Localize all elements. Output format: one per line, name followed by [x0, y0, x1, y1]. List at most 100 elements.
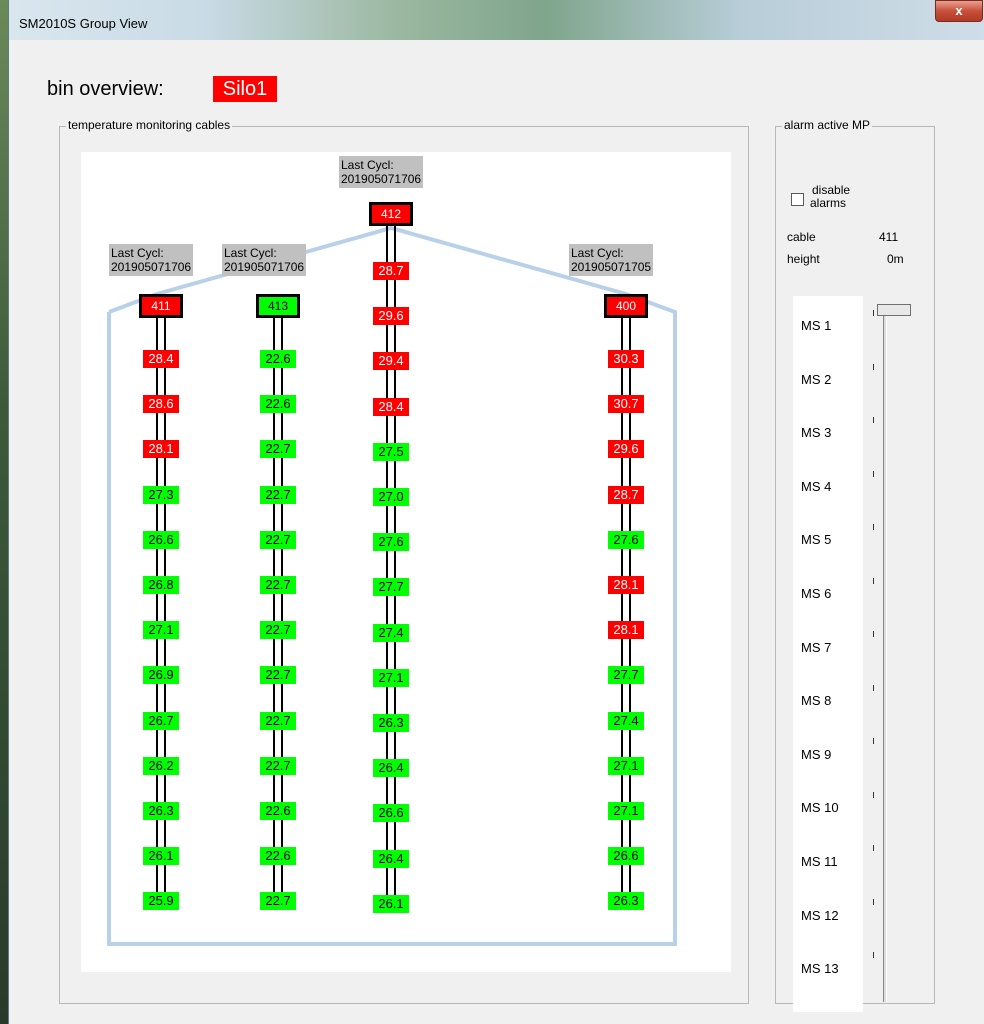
- title-bar[interactable]: SM2010S Group View x: [9, 0, 984, 40]
- sensor-reading[interactable]: 30.3: [608, 350, 644, 368]
- sensor-reading[interactable]: 22.7: [260, 440, 296, 458]
- sensor-reading[interactable]: 29.6: [373, 307, 409, 325]
- slider-tick: [873, 310, 874, 316]
- sensor-reading[interactable]: 27.1: [608, 802, 644, 820]
- sensor-reading[interactable]: 26.1: [143, 847, 179, 865]
- sensor-reading[interactable]: 29.4: [373, 352, 409, 370]
- sensor-reading[interactable]: 22.6: [260, 802, 296, 820]
- slider-tick: [873, 363, 874, 370]
- ms-list-item[interactable]: MS 13: [801, 961, 839, 976]
- sensor-reading[interactable]: 26.6: [608, 847, 644, 865]
- sensor-reading[interactable]: 28.7: [608, 486, 644, 504]
- sensor-reading[interactable]: 28.1: [608, 576, 644, 594]
- height-value: 0m: [887, 252, 904, 266]
- slider-tick: [873, 738, 874, 744]
- sensor-reading[interactable]: 26.6: [143, 531, 179, 549]
- sensor-reading[interactable]: 22.7: [260, 712, 296, 730]
- sensor-reading[interactable]: 22.7: [260, 486, 296, 504]
- sensor-reading[interactable]: 27.0: [373, 488, 409, 506]
- last-cycle-timestamp: 201905071705: [571, 260, 652, 274]
- sensor-reading[interactable]: 22.7: [260, 757, 296, 775]
- cables-group-title: temperature monitoring cables: [66, 118, 233, 132]
- last-cycle-411: Last Cycl: 201905071706: [109, 244, 194, 276]
- height-slider-thumb[interactable]: [877, 304, 911, 316]
- cable-head-412[interactable]: 412: [369, 202, 413, 226]
- last-cycle-timestamp: 201905071706: [224, 260, 305, 274]
- sensor-reading[interactable]: 22.6: [260, 847, 296, 865]
- cable-head-413[interactable]: 413: [256, 294, 300, 318]
- sensor-reading[interactable]: 27.3: [143, 486, 179, 504]
- sensor-reading[interactable]: 28.1: [608, 621, 644, 639]
- ms-list-item[interactable]: MS 1: [801, 318, 831, 333]
- sensor-reading[interactable]: 29.6: [608, 440, 644, 458]
- last-cycle-400: Last Cycl: 201905071705: [569, 244, 654, 276]
- last-cycle-timestamp: 201905071706: [111, 260, 192, 274]
- sensor-reading[interactable]: 28.7: [373, 262, 409, 280]
- sensor-reading[interactable]: 26.9: [143, 666, 179, 684]
- sensor-reading[interactable]: 27.5: [373, 443, 409, 461]
- sensor-reading[interactable]: 27.1: [608, 757, 644, 775]
- ms-list-item[interactable]: MS 10: [801, 800, 839, 815]
- slider-tick: [873, 470, 874, 477]
- last-cycle-label: Last Cycl:: [571, 246, 624, 260]
- sensor-reading[interactable]: 30.7: [608, 395, 644, 413]
- sensor-reading[interactable]: 22.7: [260, 531, 296, 549]
- sensor-reading[interactable]: 26.3: [608, 892, 644, 910]
- sensor-reading[interactable]: 27.1: [373, 669, 409, 687]
- sensor-reading[interactable]: 26.4: [373, 850, 409, 868]
- client-area: bin overview: Silo1 temperature monitori…: [11, 40, 977, 1020]
- ms-list-item[interactable]: MS 8: [801, 693, 831, 708]
- ms-list-item[interactable]: MS 12: [801, 908, 839, 923]
- ms-list-item[interactable]: MS 2: [801, 372, 831, 387]
- ms-list-item[interactable]: MS 5: [801, 532, 831, 547]
- ms-list-item[interactable]: MS 3: [801, 425, 831, 440]
- measuring-point-list[interactable]: MS 1 MS 2 MS 3 MS 4 MS 5 MS 6 MS 7 MS 8 MS 9 MS 1…: [793, 296, 863, 1012]
- sensor-reading[interactable]: 22.7: [260, 621, 296, 639]
- ms-list-item[interactable]: MS 6: [801, 586, 831, 601]
- slider-tick: [873, 845, 874, 851]
- bin-name-badge[interactable]: Silo1: [213, 76, 277, 102]
- sensor-reading[interactable]: 27.1: [143, 621, 179, 639]
- sensor-reading[interactable]: 28.6: [143, 395, 179, 413]
- slider-tick: [873, 952, 874, 958]
- slider-tick: [873, 577, 874, 584]
- sensor-reading[interactable]: 28.4: [143, 350, 179, 368]
- sensor-reading[interactable]: 22.7: [260, 666, 296, 684]
- ms-list-item[interactable]: MS 9: [801, 747, 831, 762]
- sensor-reading[interactable]: 22.6: [260, 395, 296, 413]
- slider-tick: [873, 791, 874, 798]
- sensor-reading[interactable]: 28.4: [373, 398, 409, 416]
- height-slider-track[interactable]: [883, 314, 887, 1002]
- sensor-reading[interactable]: 22.6: [260, 350, 296, 368]
- window-title: SM2010S Group View: [19, 16, 148, 31]
- sensor-reading[interactable]: 27.6: [608, 531, 644, 549]
- last-cycle-label: Last Cycl:: [111, 246, 164, 260]
- ms-list-item[interactable]: MS 4: [801, 479, 831, 494]
- sensor-reading[interactable]: 26.3: [373, 714, 409, 732]
- slider-tick: [873, 524, 874, 530]
- close-button[interactable]: x: [935, 0, 983, 22]
- cable-head-400[interactable]: 400: [604, 294, 648, 318]
- cable-head-411[interactable]: 411: [139, 294, 183, 318]
- sensor-reading[interactable]: 27.7: [608, 666, 644, 684]
- sensor-reading[interactable]: 26.4: [373, 759, 409, 777]
- sensor-reading[interactable]: 26.7: [143, 712, 179, 730]
- sensor-reading[interactable]: 26.8: [143, 576, 179, 594]
- sensor-reading[interactable]: 27.6: [373, 533, 409, 551]
- ms-list-item[interactable]: MS 7: [801, 640, 831, 655]
- silo-canvas: Last Cycl: 201905071706 411 28.4 28.6 28.1 27.…: [81, 152, 731, 972]
- sensor-reading[interactable]: 26.2: [143, 757, 179, 775]
- sensor-reading[interactable]: 26.6: [373, 804, 409, 822]
- sensor-reading[interactable]: 28.1: [143, 440, 179, 458]
- sensor-reading[interactable]: 25.9: [143, 892, 179, 910]
- sensor-reading[interactable]: 26.3: [143, 802, 179, 820]
- height-label: height: [787, 252, 820, 266]
- sensor-reading[interactable]: 22.7: [260, 892, 296, 910]
- disable-alarms-checkbox[interactable]: [791, 193, 804, 206]
- ms-list-item[interactable]: MS 11: [801, 854, 838, 869]
- sensor-reading[interactable]: 27.7: [373, 578, 409, 596]
- sensor-reading[interactable]: 27.4: [373, 624, 409, 642]
- sensor-reading[interactable]: 26.1: [373, 895, 409, 913]
- sensor-reading[interactable]: 27.4: [608, 712, 644, 730]
- sensor-reading[interactable]: 22.7: [260, 576, 296, 594]
